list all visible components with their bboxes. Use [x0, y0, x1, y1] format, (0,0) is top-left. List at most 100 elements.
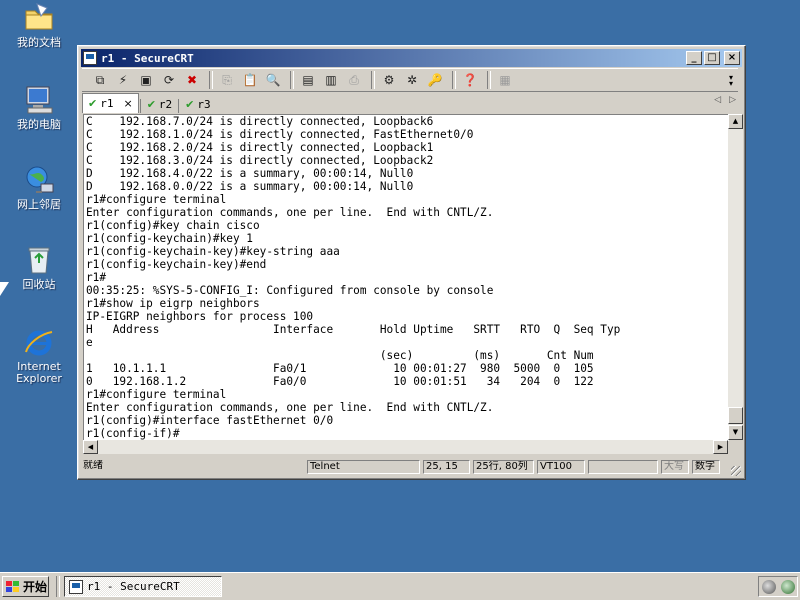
session-options-icon[interactable]: ⚙ [379, 71, 399, 89]
toolbar-separator [209, 71, 213, 89]
terminal-line: r1# [86, 271, 107, 284]
securecrt-app-icon[interactable] [83, 51, 97, 65]
terminal-line: r1(config)#key chain cisco [86, 219, 260, 232]
terminal-line: r1#configure terminal [86, 388, 227, 401]
desktop-icon-recycle-bin[interactable]: 回收站 [1, 244, 77, 291]
quick-connect-icon[interactable]: ⚡ [113, 71, 133, 89]
start-button[interactable]: 开始 [2, 576, 49, 597]
terminal-line: (sec) (ms) Cnt Num [86, 349, 594, 362]
speaker-icon[interactable] [761, 579, 776, 594]
status-num-lock: 数字 [692, 460, 720, 474]
toolbar-overflow-icon[interactable]: ▾ ▾ [729, 74, 736, 88]
maximize-button[interactable]: □ [704, 51, 720, 65]
terminal-line: D 192.168.0.0/22 is a summary, 00:00:14,… [86, 180, 414, 193]
network-globe-icon [23, 164, 55, 196]
session-tabs: ✔ r1 × ✔ r2 ✔ r3 ◁ ▷ [82, 93, 740, 113]
reconnect-icon[interactable]: ⟳ [159, 71, 179, 89]
window-titlebar[interactable]: r1 - SecureCRT _ □ × [81, 49, 742, 67]
securecrt-app-icon [69, 579, 83, 594]
printer-icon[interactable]: ⎙ [344, 71, 364, 89]
terminal-line: r1(config-keychain-key)#end [86, 258, 267, 271]
start-label: 开始 [23, 580, 48, 594]
status-ready: 就绪 [83, 460, 103, 471]
terminal-line: C 192.168.3.0/24 is directly connected, … [86, 154, 434, 167]
global-options-icon[interactable]: ✲ [402, 71, 422, 89]
desktop-icon-network-places[interactable]: 网上邻居 [1, 164, 77, 211]
status-cursor-position: 25, 15 [423, 460, 470, 474]
tab-separator [178, 99, 180, 113]
print-icon[interactable]: ▤ [298, 71, 318, 89]
terminal-line: r1(config-if)# [86, 427, 180, 440]
resize-grip-icon[interactable] [731, 466, 741, 476]
terminal-line: r1(config-keychain-key)#key-string aaa [86, 245, 340, 258]
help-icon[interactable]: ❓ [460, 71, 480, 89]
tab-next-icon[interactable]: ▷ [729, 95, 736, 105]
taskbar-separator [56, 576, 60, 597]
status-emulation: VT100 [537, 460, 585, 474]
desktop-icon-label: Internet Explorer [16, 360, 62, 385]
toolbar-separator [290, 71, 294, 89]
copy-icon[interactable]: ⎘ [217, 71, 237, 89]
minimize-button[interactable]: _ [686, 51, 702, 65]
status-blank [588, 460, 658, 474]
system-tray [758, 576, 798, 597]
tab-prev-icon[interactable]: ◁ [714, 95, 721, 105]
desktop-icon-internet-explorer[interactable]: Internet Explorer [1, 326, 77, 385]
terminal-line: e [86, 336, 93, 349]
close-button[interactable]: × [724, 51, 740, 65]
scroll-right-button[interactable]: ▶ [713, 440, 728, 454]
tab-separator [139, 99, 141, 113]
taskbar-item-securecrt[interactable]: r1 - SecureCRT [64, 576, 222, 597]
terminal-line: 00:35:25: %SYS-5-CONFIG_I: Configured fr… [86, 284, 494, 297]
desktop-icon-label: 我的文档 [17, 36, 61, 49]
terminal-line: r1#configure terminal [86, 193, 227, 206]
disconnect-icon[interactable]: ✖ [182, 71, 202, 89]
recycle-bin-icon [23, 244, 55, 276]
terminal-line: D 192.168.4.0/22 is a summary, 00:00:14,… [86, 167, 414, 180]
network-status-icon[interactable] [780, 579, 795, 594]
connect-icon[interactable]: ⧉ [90, 71, 110, 89]
terminal-line: C 192.168.2.0/24 is directly connected, … [86, 141, 434, 154]
connect-tab-icon[interactable]: ▣ [136, 71, 156, 89]
paste-icon[interactable]: 📋 [240, 71, 260, 89]
terminal-line: r1(config-keychain)#key 1 [86, 232, 253, 245]
tab-r1[interactable]: ✔ r1 × [82, 93, 139, 113]
scroll-up-button[interactable]: ▲ [728, 114, 743, 129]
sftp-icon[interactable]: ▦ [495, 71, 515, 89]
status-protocol: Telnet [307, 460, 420, 474]
folder-icon [23, 2, 55, 34]
terminal-line: IP-EIGRP neighbors for process 100 [86, 310, 314, 323]
toolbar-separator [371, 71, 375, 89]
scroll-down-button[interactable]: ▼ [728, 425, 743, 440]
desktop-icon-label: 我的电脑 [17, 118, 61, 131]
desktop-icon-my-documents[interactable]: 我的文档 [1, 2, 77, 49]
find-icon[interactable]: 🔍 [263, 71, 283, 89]
tab-close-icon[interactable]: × [123, 97, 132, 110]
terminal-line: Enter configuration commands, one per li… [86, 206, 494, 219]
terminal-line: H Address Interface Hold Uptime SRTT RTO… [86, 323, 621, 336]
scroll-left-button[interactable]: ◀ [83, 440, 98, 454]
toolbar-separator [487, 71, 491, 89]
tab-r2[interactable]: ✔ r2 [142, 95, 177, 113]
toolbar-separator [452, 71, 456, 89]
tab-r3[interactable]: ✔ r3 [180, 95, 215, 113]
print-selection-icon[interactable]: ▥ [321, 71, 341, 89]
status-bar: 就绪 Telnet 25, 15 25行, 80列 VT100 大写 数字 [81, 458, 741, 476]
desktop-icon-label: 回收站 [22, 278, 56, 291]
tab-label: r1 [100, 97, 114, 110]
toolbar: ⧉ ⚡ ▣ ⟳ ✖ ⎘ 📋 🔍 ▤ ▥ ⎙ ⚙ ✲ 🔑 ❓ ▦ ▾ ▾ [82, 68, 738, 92]
desktop-icon-my-computer[interactable]: 我的电脑 [1, 84, 77, 131]
tab-label: r2 [158, 97, 173, 111]
terminal-line: r1#show ip eigrp neighbors [86, 297, 260, 310]
mouse-cursor-icon [0, 282, 9, 296]
connected-check-icon: ✔ [146, 97, 156, 111]
keymap-icon[interactable]: 🔑 [425, 71, 445, 89]
windows-flag-icon [6, 580, 20, 593]
status-rows-cols: 25行, 80列 [473, 460, 534, 474]
terminal-line: Enter configuration commands, one per li… [86, 401, 494, 414]
securecrt-window: r1 - SecureCRT _ □ × ⧉ ⚡ ▣ ⟳ ✖ ⎘ 📋 🔍 ▤ ▥… [77, 45, 746, 480]
scroll-thumb[interactable] [728, 407, 743, 424]
terminal-view[interactable]: C 192.168.7.0/24 is directly connected, … [83, 114, 729, 441]
horizontal-scrollbar[interactable]: ◀ ▶ [83, 440, 728, 454]
vertical-scrollbar[interactable]: ▲ ▼ [728, 114, 743, 440]
